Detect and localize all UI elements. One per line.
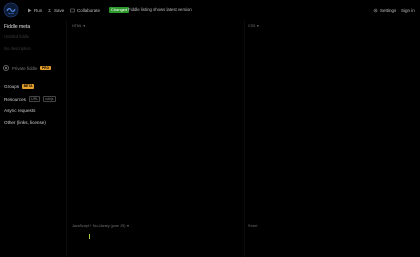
resources-cdnjs-badge: cdnjs bbox=[43, 96, 56, 102]
reset-button[interactable]: Reset bbox=[248, 224, 257, 228]
toggle-icon bbox=[3, 65, 9, 71]
chevron-down-icon: ▼ bbox=[256, 24, 260, 28]
top-toolbar: Run Save Collaborate Changed Fiddle list… bbox=[0, 0, 420, 20]
sidebar-item-async-requests[interactable]: Async requests bbox=[4, 108, 35, 113]
sidebar-item-groups[interactable]: Groups BETA bbox=[4, 84, 35, 89]
pro-badge: PRO bbox=[40, 65, 51, 71]
sidebar: Fiddle meta Untitled fiddle No descripti… bbox=[0, 20, 66, 257]
private-fiddle-toggle[interactable]: Private fiddle PRO bbox=[3, 65, 51, 71]
js-label: JavaScript + No-Library (pure JS) bbox=[72, 224, 126, 228]
cloud-upload-icon bbox=[48, 8, 51, 12]
pane-divider[interactable] bbox=[244, 20, 245, 257]
save-button[interactable]: Save bbox=[47, 7, 64, 14]
collaborate-icon bbox=[70, 8, 75, 13]
chevron-down-icon: ▼ bbox=[82, 24, 86, 28]
run-label: Run bbox=[34, 8, 43, 13]
html-pane-label[interactable]: HTML ▼ bbox=[72, 24, 86, 28]
sidebar-divider[interactable] bbox=[66, 20, 67, 257]
other-label: Other (links, license) bbox=[4, 120, 46, 125]
save-label: Save bbox=[54, 8, 65, 13]
settings-button[interactable]: Settings bbox=[373, 7, 396, 14]
css-label: CSS bbox=[248, 24, 256, 28]
collaborate-label: Collaborate bbox=[77, 8, 101, 13]
changed-note: Fiddle listing shows latest version bbox=[128, 7, 192, 12]
text-cursor bbox=[89, 234, 90, 239]
html-label: HTML bbox=[72, 24, 82, 28]
sidebar-item-resources[interactable]: Resources URL cdnjs bbox=[4, 96, 56, 102]
js-pane-label[interactable]: JavaScript + No-Library (pure JS) ▼ bbox=[72, 224, 129, 228]
resources-url-badge: URL bbox=[28, 96, 41, 102]
fiddle-title-input[interactable]: Untitled fiddle bbox=[4, 34, 29, 39]
signin-label: Sign in bbox=[401, 8, 415, 13]
fiddle-description-input[interactable]: No description bbox=[4, 46, 31, 51]
gear-icon bbox=[373, 8, 378, 13]
settings-label: Settings bbox=[380, 8, 397, 13]
changed-badge: Changed bbox=[109, 6, 130, 13]
collaborate-button[interactable]: Collaborate bbox=[70, 7, 100, 14]
chevron-down-icon: ▼ bbox=[126, 224, 130, 228]
resources-label: Resources bbox=[4, 96, 26, 102]
beta-badge: BETA bbox=[22, 84, 35, 89]
css-pane-label[interactable]: CSS ▼ bbox=[248, 24, 259, 28]
sidebar-item-other[interactable]: Other (links, license) bbox=[4, 120, 46, 125]
groups-label: Groups bbox=[4, 84, 20, 89]
async-requests-label: Async requests bbox=[4, 108, 36, 113]
private-fiddle-label: Private fiddle bbox=[12, 65, 38, 71]
jsfiddle-logo-icon[interactable] bbox=[3, 2, 19, 18]
fiddle-meta-title: Fiddle meta bbox=[4, 24, 31, 30]
run-button[interactable]: Run bbox=[27, 7, 42, 14]
signin-link[interactable]: Sign in bbox=[401, 7, 415, 14]
play-icon bbox=[28, 8, 32, 13]
